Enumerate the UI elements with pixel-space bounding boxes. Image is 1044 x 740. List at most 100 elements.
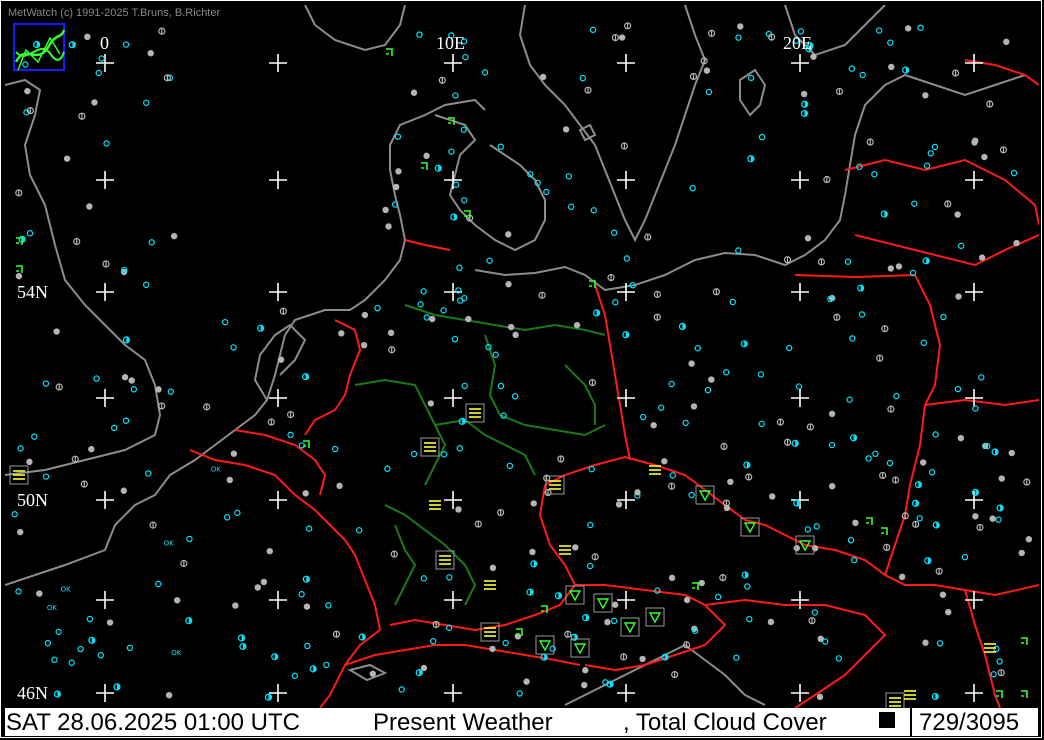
grid-cross-icon — [617, 591, 635, 609]
half-cloud-circle-icon — [793, 499, 801, 507]
half-cloud-circle-icon — [158, 27, 166, 35]
fog-lines-icon — [435, 550, 455, 570]
overcast-dot-icon — [505, 231, 512, 238]
grid-cross-icon — [791, 283, 809, 301]
fog-lines-icon — [429, 500, 441, 510]
status-parameter[interactable]: Present Weather — [373, 708, 553, 738]
half-cloud-circle-icon — [588, 378, 597, 387]
half-cloud-circle-icon — [102, 260, 110, 268]
status-station-count: 729/3095 — [919, 709, 1020, 736]
fog-lines-icon — [559, 545, 571, 555]
weather-map[interactable]: OK OK OK OK OK — [5, 5, 1039, 708]
clear-sky-circle-icon — [844, 258, 852, 265]
grid-cross-icon — [617, 54, 635, 72]
clear-sky-circle-icon — [610, 229, 618, 236]
overcast-dot-icon — [904, 25, 912, 32]
grid-cross-icon — [617, 171, 635, 189]
clear-sky-circle-icon — [416, 31, 423, 38]
overcast-dot-icon — [727, 478, 734, 486]
overcast-dot-icon — [945, 608, 952, 616]
overcast-dot-icon — [512, 331, 519, 339]
grid-cross-icon — [791, 54, 809, 72]
overcast-dot-icon — [611, 601, 619, 608]
clear-sky-circle-icon — [579, 74, 587, 82]
overcast-dot-icon — [615, 501, 623, 508]
overcast-dot-icon — [661, 458, 668, 465]
drizzle-icon — [421, 162, 428, 170]
clear-sky-circle-icon — [456, 445, 463, 452]
state-border-east — [564, 364, 596, 425]
overcast-dot-icon — [303, 603, 311, 610]
clear-sky-circle-icon — [657, 404, 665, 411]
clear-sky-circle-icon — [145, 470, 152, 477]
overcast-dot-icon — [1003, 38, 1010, 46]
half-cloud-circle-icon — [776, 418, 784, 426]
overcast-dot-icon — [26, 458, 33, 466]
clear-sky-circle-icon — [452, 92, 459, 99]
half-cloud-circle-icon — [986, 100, 994, 108]
clear-sky-circle-icon — [957, 242, 965, 250]
clear-sky-circle-icon — [130, 386, 138, 393]
clear-sky-circle-icon — [923, 162, 931, 169]
overcast-dot-icon — [690, 403, 698, 410]
clear-sky-circle-icon — [795, 383, 803, 390]
clear-sky-circle-icon — [384, 465, 391, 472]
clear-sky-circle-icon — [932, 431, 939, 438]
half-cloud-circle-icon — [73, 237, 81, 246]
grid-cross-icon — [444, 684, 462, 702]
clear-sky-circle-icon — [733, 654, 740, 661]
clear-sky-circle-icon — [785, 344, 793, 352]
half-cloud-circle-icon — [835, 87, 844, 96]
weather-symbol-layer — [9, 48, 1028, 708]
grid-cross-icon — [965, 684, 983, 702]
clear-sky-circle-icon — [927, 150, 934, 157]
half-cloud-circle-icon — [390, 550, 398, 558]
overcast-dot-icon — [703, 67, 711, 74]
clear-sky-circle-icon — [972, 405, 979, 412]
clear-sky-circle-icon — [694, 345, 702, 352]
overcast-dot-icon — [507, 323, 515, 331]
half-cloud-circle-icon — [806, 423, 814, 431]
clear-sky-circle-icon — [97, 652, 104, 659]
overcast-dot-icon — [106, 619, 114, 626]
clear-sky-circle-icon — [828, 441, 836, 449]
half-cloud-circle-icon — [237, 634, 246, 642]
grid-cross-icon — [965, 171, 983, 189]
ok-label-icon: OK — [171, 649, 182, 657]
ok-label-icon: OK — [47, 604, 58, 612]
clear-sky-circle-icon — [420, 288, 427, 295]
status-parameter-secondary[interactable]: , Total Cloud Cover — [623, 708, 827, 738]
shower-triangle-icon — [645, 607, 665, 627]
overcast-dot-icon — [767, 618, 775, 626]
grid-cross-icon — [96, 171, 114, 189]
clear-sky-circle-icon — [143, 99, 150, 106]
half-cloud-circle-icon — [644, 233, 652, 241]
overcast-dot-icon — [361, 311, 369, 319]
half-cloud-circle-icon — [996, 504, 1004, 512]
half-cloud-circle-icon — [358, 633, 366, 641]
border-sk — [804, 544, 1039, 597]
clear-sky-circle-icon — [587, 521, 594, 529]
clear-sky-circle-icon — [565, 173, 573, 180]
overcast-dot-icon — [811, 545, 819, 552]
half-cloud-circle-icon — [823, 175, 831, 184]
grid-cross-icon — [791, 491, 809, 509]
ok-label-icon: OK — [211, 466, 222, 474]
overcast-dot-icon — [920, 459, 927, 466]
clear-sky-circle-icon — [77, 645, 84, 653]
half-cloud-circle-icon — [88, 636, 96, 644]
overcast-dot-icon — [174, 597, 181, 604]
overcast-dot-icon — [230, 450, 238, 457]
overcast-dot-icon — [489, 645, 496, 653]
shower-triangle-icon — [570, 638, 590, 658]
overcast-dot-icon — [147, 49, 154, 57]
lon-label-20e: 20E — [783, 33, 812, 53]
status-separator — [910, 708, 912, 736]
border-de-dk — [404, 239, 451, 251]
half-cloud-circle-icon — [881, 325, 889, 333]
grid-cross-icon — [617, 684, 635, 702]
half-cloud-circle-icon — [999, 146, 1008, 154]
overcast-dot-icon — [604, 618, 611, 626]
clear-sky-circle-icon — [848, 65, 856, 72]
overcast-dot-icon — [898, 573, 906, 581]
